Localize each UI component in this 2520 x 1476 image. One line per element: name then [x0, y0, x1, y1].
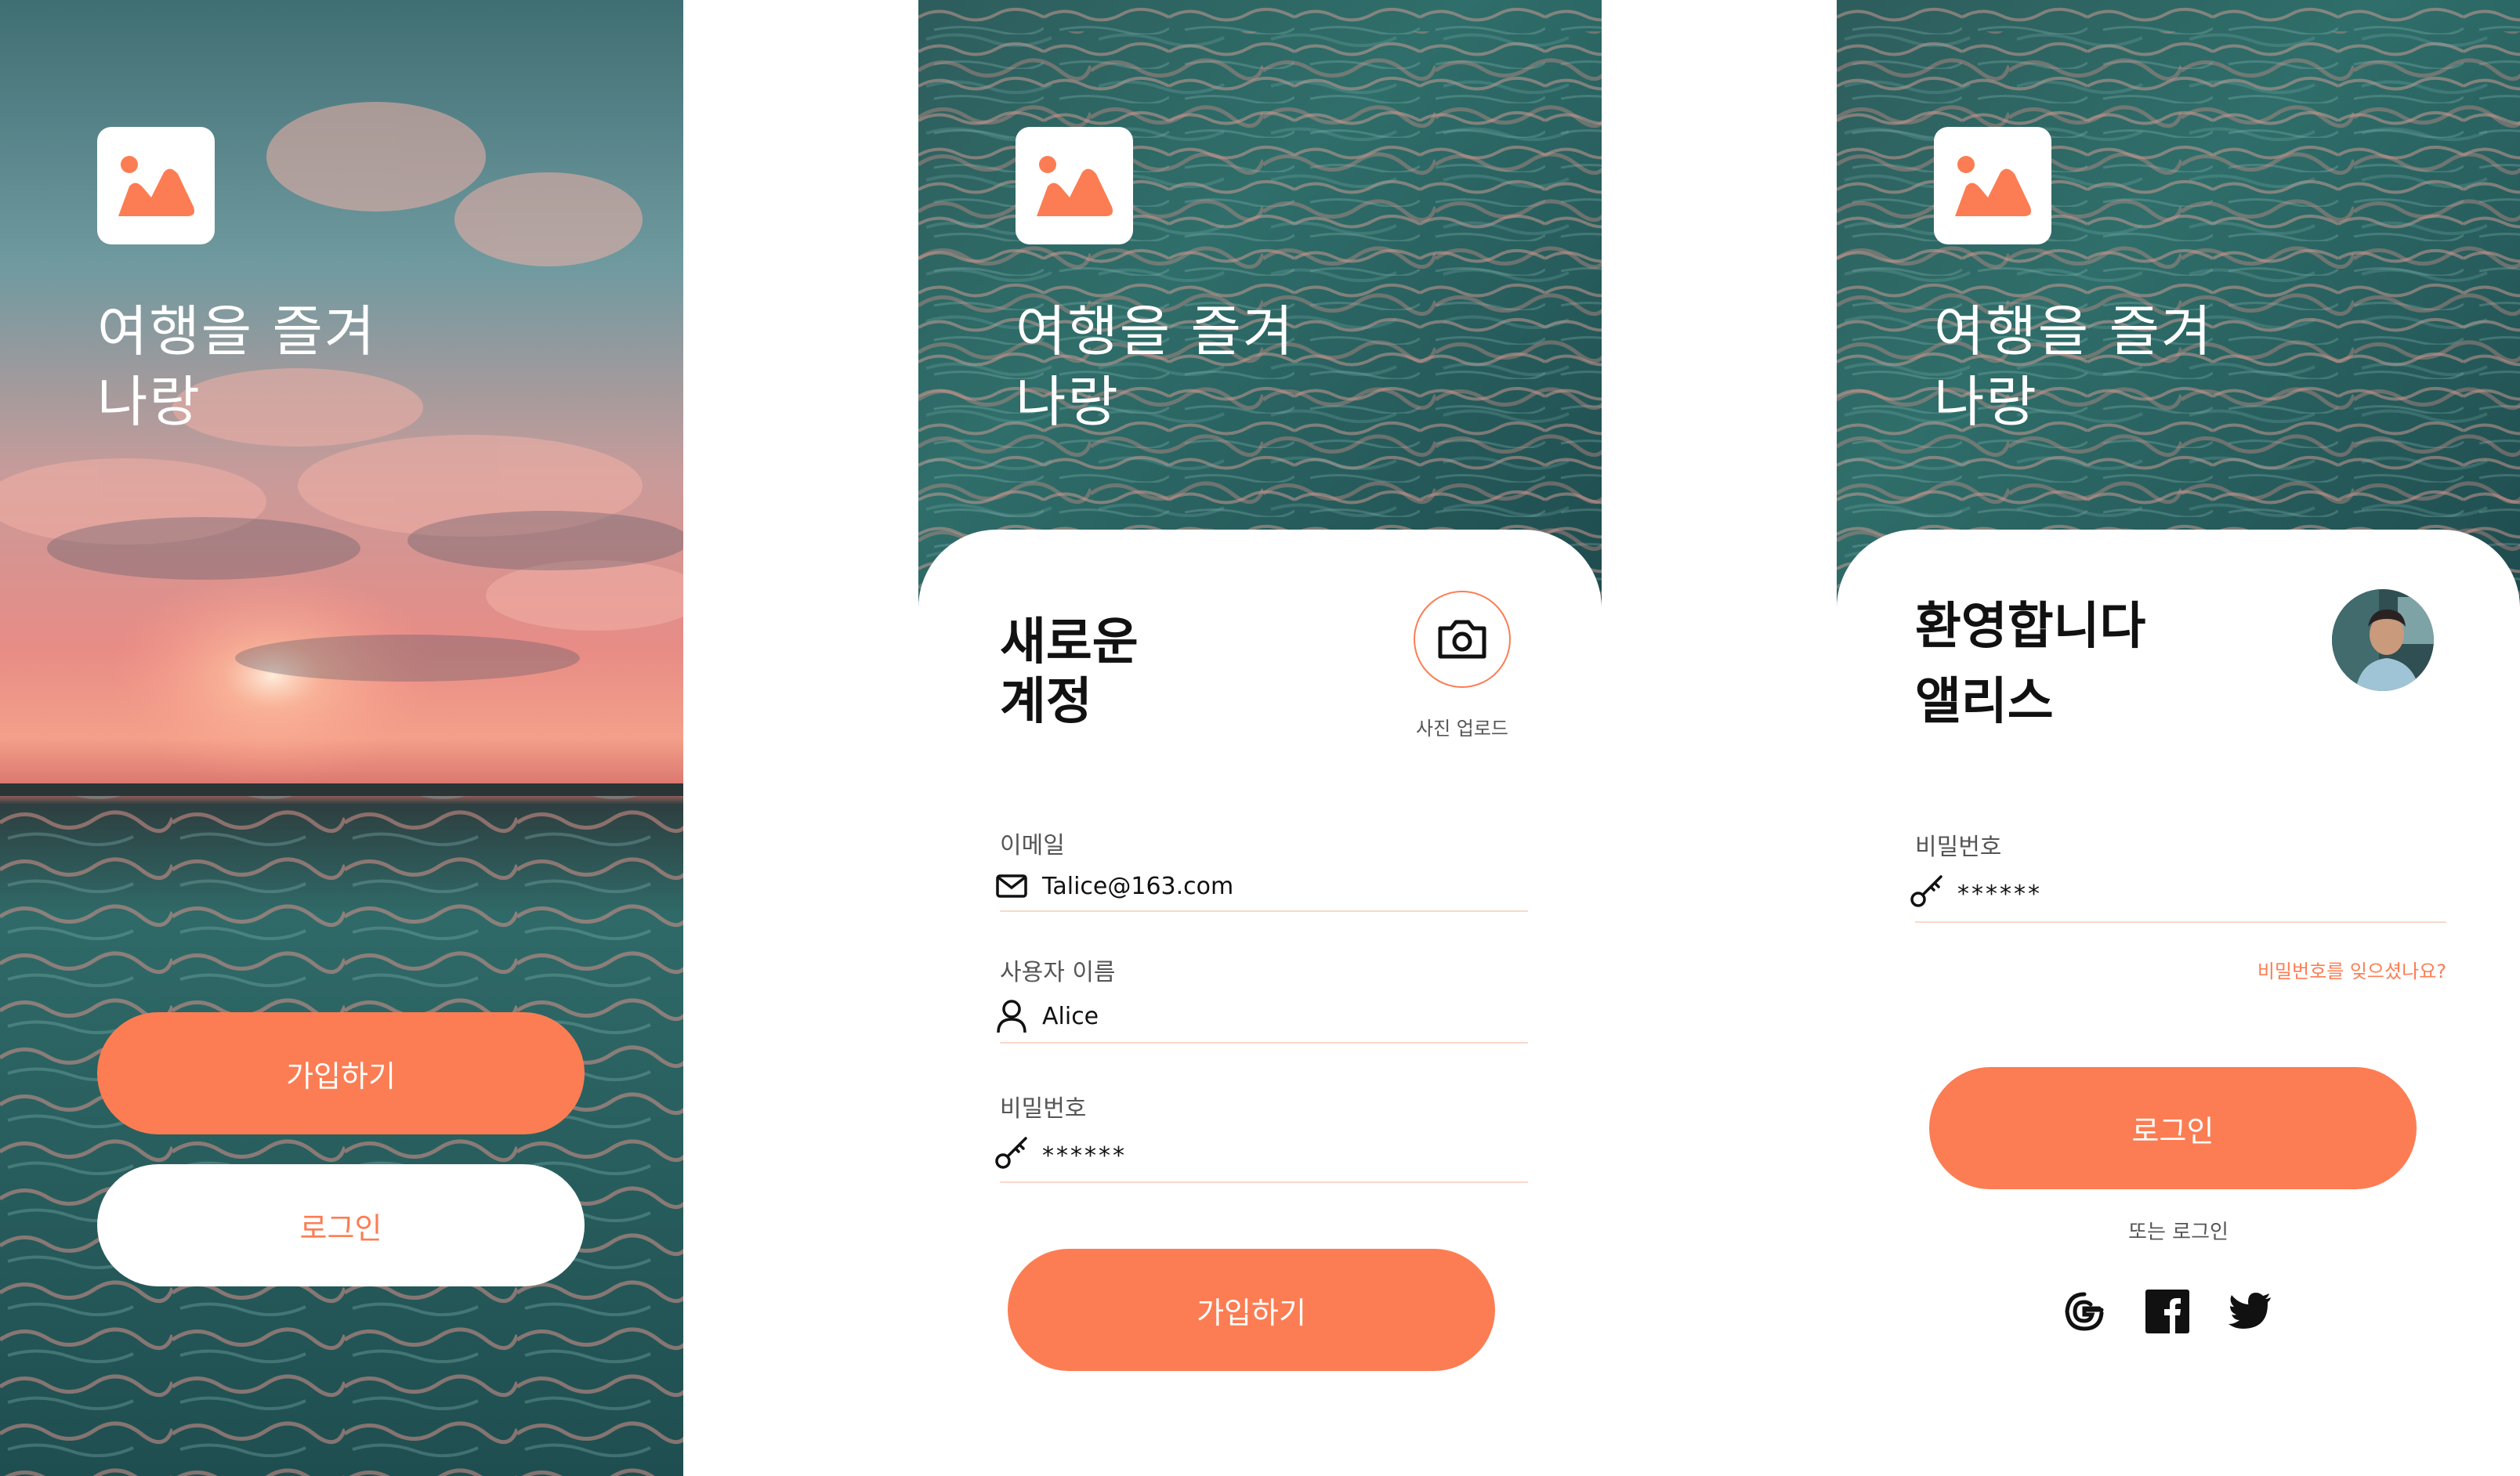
key-icon: [994, 1134, 1030, 1170]
title-line-2: 계정: [1000, 673, 1092, 731]
password-field[interactable]: ******: [994, 1133, 1127, 1172]
login-screen: 여행을 즐겨 나랑 환영합니다 앨리스 비밀번호 ****** 비밀번호를 잊으…: [1837, 0, 2520, 1476]
twitter-login-button[interactable]: [2227, 1288, 2274, 1335]
password-label: 비밀번호: [1000, 1095, 1087, 1123]
password-value: ******: [1042, 1141, 1127, 1170]
email-underline: [1000, 910, 1528, 912]
title-line-1: 새로운: [1000, 613, 1139, 671]
hero-line-2: 나랑: [97, 370, 201, 434]
profile-photo: [2332, 589, 2434, 691]
username-field[interactable]: Alice: [994, 997, 1099, 1036]
email-label: 이메일: [1000, 832, 1065, 859]
username-underline: [1000, 1042, 1528, 1044]
user-icon: [994, 998, 1030, 1034]
login-button[interactable]: 로그인: [97, 1164, 585, 1286]
avatar[interactable]: [2332, 589, 2434, 691]
hero-line-1: 여행을 즐겨: [1934, 299, 2214, 364]
title-line-1: 환영합니다: [1915, 598, 2146, 656]
signup-screen: 여행을 즐겨 나랑 새로운 계정 사진 업로드 이메일 Talice@163.c…: [918, 0, 1602, 1476]
login-button[interactable]: 로그인: [1929, 1067, 2417, 1189]
hero-line-1: 여행을 즐겨: [1016, 299, 1295, 364]
hero-title: 여행을 즐겨 나랑: [1934, 296, 2213, 437]
email-field[interactable]: Talice@163.com: [994, 866, 1233, 906]
password-value: ******: [1957, 880, 2042, 908]
password-field[interactable]: ******: [1909, 871, 2042, 910]
page-title: 환영합니다 앨리스: [1915, 589, 2145, 740]
photo-upload-button[interactable]: [1414, 591, 1511, 688]
hero-title: 여행을 즐겨 나랑: [97, 296, 376, 437]
password-underline: [1000, 1181, 1528, 1183]
username-label: 사용자 이름: [1000, 959, 1116, 986]
or-login-text: 또는 로그인: [2128, 1221, 2229, 1244]
hero-title: 여행을 즐겨 나랑: [1016, 296, 1294, 437]
password-label: 비밀번호: [1915, 834, 2002, 861]
twitter-icon: [2229, 1293, 2271, 1329]
password-underline: [1915, 921, 2446, 923]
app-logo: [97, 127, 215, 244]
facebook-icon: [2145, 1290, 2189, 1333]
hero-line-2: 나랑: [1016, 370, 1120, 434]
email-value: Talice@163.com: [1042, 872, 1234, 900]
hero-line-1: 여행을 즐겨: [97, 299, 377, 364]
title-line-2: 앨리스: [1915, 673, 2054, 731]
key-icon: [1909, 873, 1945, 909]
upload-caption: 사진 업로드: [1415, 718, 1509, 740]
facebook-login-button[interactable]: [2144, 1288, 2191, 1335]
camera-icon: [1438, 620, 1486, 659]
app-logo: [1016, 127, 1133, 244]
google-icon: [2065, 1292, 2104, 1331]
hero-line-2: 나랑: [1934, 370, 2038, 434]
page-title: 새로운 계정: [1000, 613, 1139, 732]
image-icon: [118, 156, 194, 216]
image-icon: [1037, 156, 1113, 216]
username-value: Alice: [1042, 1002, 1099, 1030]
forgot-password-link[interactable]: 비밀번호를 잊으셨나요?: [2258, 956, 2446, 983]
mail-icon: [994, 868, 1030, 904]
signup-button[interactable]: 가입하기: [97, 1012, 585, 1134]
google-login-button[interactable]: [2061, 1288, 2108, 1335]
welcome-screen: 여행을 즐겨 나랑 가입하기 로그인: [0, 0, 683, 1476]
signup-submit-button[interactable]: 가입하기: [1008, 1249, 1495, 1371]
app-logo: [1934, 127, 2051, 244]
image-icon: [1955, 156, 2031, 216]
